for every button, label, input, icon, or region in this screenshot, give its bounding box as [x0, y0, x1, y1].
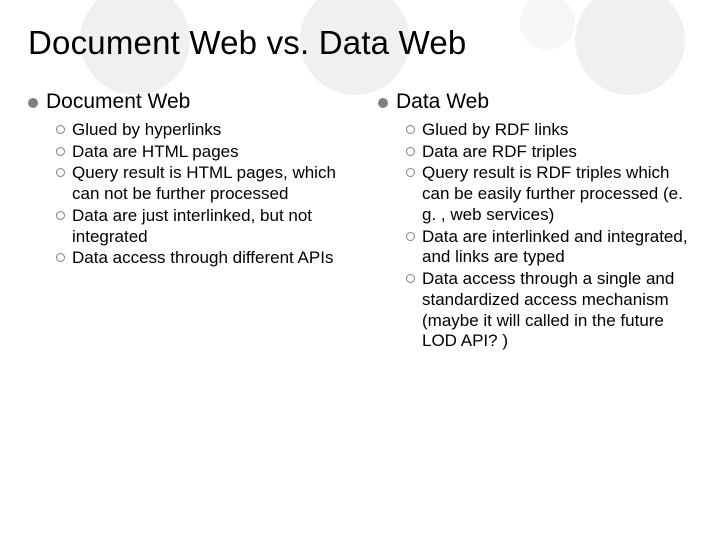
bullet-open-icon [406, 232, 415, 241]
right-heading-text: Data Web [396, 90, 489, 114]
list-item-text: Data are just interlinked, but not integ… [72, 206, 342, 247]
list-item: Glued by RDF links [406, 120, 692, 141]
bullet-open-icon [406, 274, 415, 283]
bullet-open-icon [56, 125, 65, 134]
right-list: Glued by RDF links Data are RDF triples … [378, 120, 692, 352]
list-item: Data are RDF triples [406, 142, 692, 163]
right-heading: Data Web [378, 90, 692, 114]
bullet-open-icon [406, 147, 415, 156]
bullet-open-icon [56, 147, 65, 156]
right-column: Data Web Glued by RDF links Data are RDF… [378, 90, 692, 353]
columns-container: Document Web Glued by hyperlinks Data ar… [28, 90, 692, 353]
list-item: Data are interlinked and integrated, and… [406, 227, 692, 268]
list-item-text: Data are RDF triples [422, 142, 577, 163]
left-list: Glued by hyperlinks Data are HTML pages … [28, 120, 342, 269]
list-item: Query result is RDF triples which can be… [406, 163, 692, 225]
bullet-open-icon [56, 253, 65, 262]
list-item-text: Query result is RDF triples which can be… [422, 163, 692, 225]
list-item: Data access through different APIs [56, 248, 342, 269]
left-heading: Document Web [28, 90, 342, 114]
list-item: Data access through a single and standar… [406, 269, 692, 352]
left-heading-text: Document Web [46, 90, 190, 114]
list-item-text: Data access through a single and standar… [422, 269, 692, 352]
list-item-text: Glued by RDF links [422, 120, 568, 141]
list-item-text: Data access through different APIs [72, 248, 333, 269]
bullet-solid-icon [28, 98, 38, 108]
list-item: Data are HTML pages [56, 142, 342, 163]
list-item-text: Data are HTML pages [72, 142, 239, 163]
bullet-open-icon [56, 211, 65, 220]
list-item-text: Query result is HTML pages, which can no… [72, 163, 342, 204]
left-column: Document Web Glued by hyperlinks Data ar… [28, 90, 342, 353]
slide-title: Document Web vs. Data Web [28, 24, 692, 62]
bullet-open-icon [406, 125, 415, 134]
list-item: Data are just interlinked, but not integ… [56, 206, 342, 247]
list-item-text: Data are interlinked and integrated, and… [422, 227, 692, 268]
bullet-open-icon [56, 168, 65, 177]
list-item: Glued by hyperlinks [56, 120, 342, 141]
bullet-solid-icon [378, 98, 388, 108]
bullet-open-icon [406, 168, 415, 177]
list-item-text: Glued by hyperlinks [72, 120, 221, 141]
list-item: Query result is HTML pages, which can no… [56, 163, 342, 204]
